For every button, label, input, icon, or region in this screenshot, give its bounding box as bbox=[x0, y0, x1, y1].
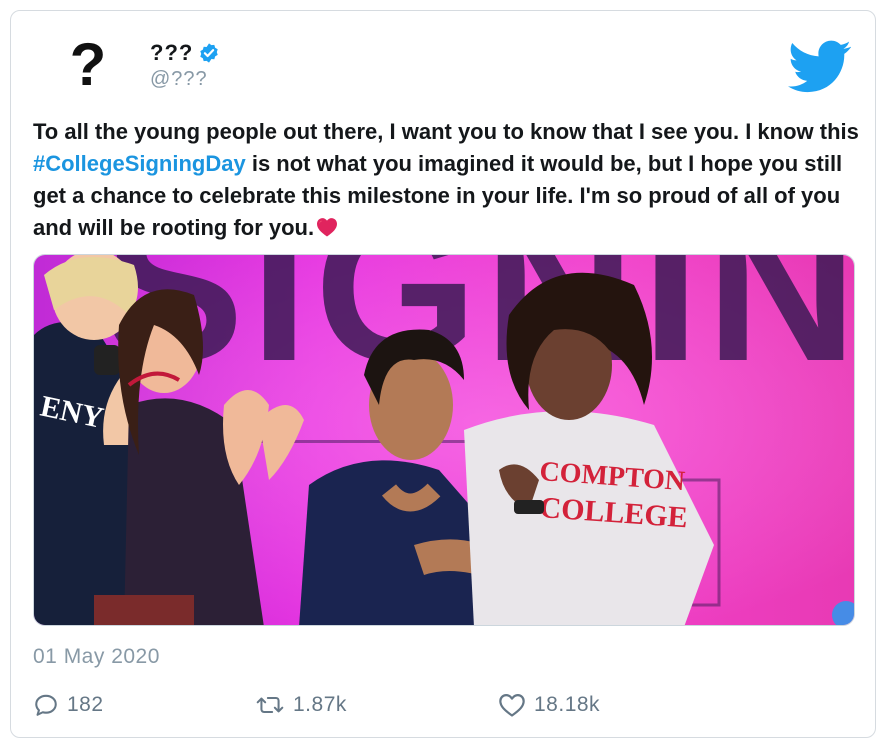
retweet-icon bbox=[256, 697, 284, 713]
hashtag-link[interactable]: #CollegeSigningDay bbox=[33, 151, 246, 176]
tweet-text: To all the young people out there, I wan… bbox=[33, 116, 863, 244]
red-heart-icon bbox=[317, 218, 338, 237]
like-count: 18.18k bbox=[534, 693, 601, 716]
user-name-row: ??? bbox=[150, 40, 220, 66]
tweet-photo[interactable]: SIGNINGD ENY COMPTON COLLEGE bbox=[33, 254, 855, 626]
reply-button[interactable]: 182 bbox=[33, 692, 104, 718]
heart-outline-icon bbox=[499, 693, 525, 717]
reply-icon bbox=[35, 694, 57, 716]
stage-sign-text: SIGNINGD bbox=[104, 255, 855, 405]
display-name[interactable]: ??? bbox=[150, 40, 193, 66]
question-mark-icon: ? bbox=[69, 31, 107, 98]
reply-count: 182 bbox=[67, 693, 104, 716]
retweet-button[interactable]: 1.87k bbox=[255, 692, 347, 718]
verified-badge-icon bbox=[200, 43, 219, 63]
twitter-bird-icon[interactable] bbox=[788, 40, 852, 94]
retweet-count: 1.87k bbox=[293, 693, 347, 716]
user-handle[interactable]: @??? bbox=[150, 68, 208, 91]
tweet-timestamp[interactable]: 01 May 2020 bbox=[33, 645, 160, 669]
tweet-text-part: To all the young people out there, I wan… bbox=[33, 119, 859, 144]
like-button[interactable]: 18.18k bbox=[498, 692, 600, 718]
avatar[interactable]: ? bbox=[58, 33, 118, 97]
stage-photo-image: SIGNINGD ENY COMPTON COLLEGE bbox=[34, 255, 855, 625]
